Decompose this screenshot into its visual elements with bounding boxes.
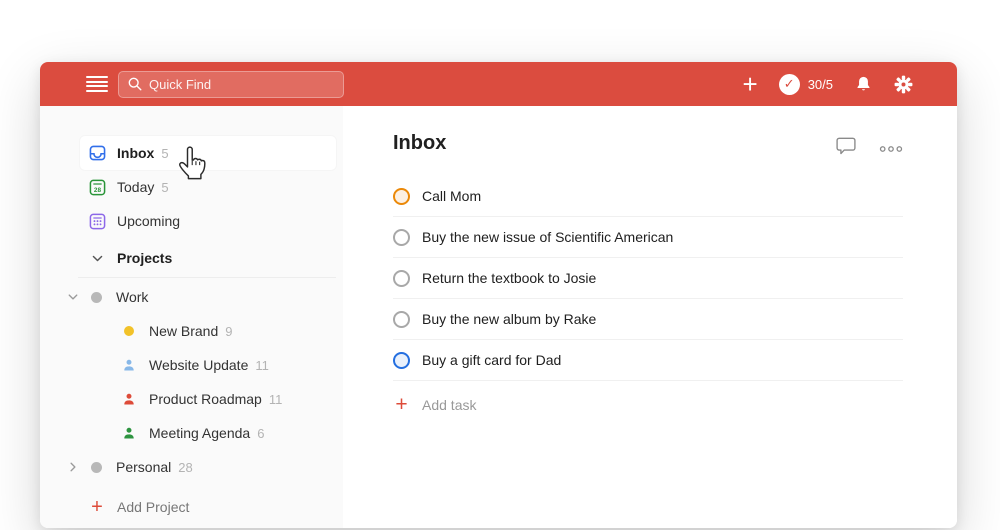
sidebar-item-label: Inbox: [117, 145, 155, 161]
task-title[interactable]: Buy the new album by Rake: [422, 311, 596, 327]
add-project-label: Add Project: [117, 499, 190, 515]
shared-project-person-icon: [120, 392, 138, 406]
sidebar-item-label: Upcoming: [117, 213, 181, 229]
chevron-right-icon[interactable]: [64, 461, 82, 473]
plus-icon: +: [91, 495, 103, 518]
project-count: 9: [225, 323, 233, 339]
sidebar-project-website-update[interactable]: Website Update 11: [40, 348, 343, 382]
project-color-dot: [120, 326, 138, 336]
karma-check-icon: ✓: [778, 73, 800, 95]
sidebar-item-upcoming[interactable]: Upcoming: [40, 204, 343, 238]
plus-icon: +: [395, 393, 408, 416]
sidebar: Inbox 5 28 Today 5 Upcoming Projects Wor…: [40, 106, 343, 528]
calendar-today-icon: 28: [88, 179, 106, 196]
karma-score[interactable]: ✓ 30/5: [778, 73, 833, 95]
sidebar-project-work[interactable]: Work: [40, 280, 343, 314]
check-glyph: ✓: [783, 76, 795, 91]
page-title: Inbox: [393, 132, 447, 154]
chevron-down-icon[interactable]: [64, 291, 82, 303]
calendar-upcoming-icon: [88, 213, 106, 230]
task-title[interactable]: Return the textbook to Josie: [422, 270, 596, 286]
top-bar: Quick Find + ✓ 30/5: [40, 62, 957, 106]
projects-header-label: Projects: [117, 250, 173, 266]
project-label: Work: [116, 289, 149, 305]
project-label: Website Update: [149, 357, 249, 373]
notifications-bell-icon[interactable]: [854, 74, 873, 94]
task-list-panel: Inbox Call Mom Buy the new issue of Scie…: [343, 106, 957, 528]
task-checkbox[interactable]: [393, 269, 410, 287]
task-row: Buy the new issue of Scientific American: [393, 217, 903, 258]
sidebar-item-label: Today: [117, 179, 155, 195]
todoist-window: Quick Find + ✓ 30/5 Inbox 5 28 Today 5 U…: [40, 62, 957, 528]
comments-icon[interactable]: [835, 136, 857, 161]
sidebar-item-count: 5: [161, 145, 169, 161]
add-task-label: Add task: [422, 397, 477, 413]
add-project-button[interactable]: + Add Project: [40, 490, 343, 524]
project-color-dot: [87, 291, 105, 303]
add-task-quick-icon[interactable]: +: [743, 71, 758, 97]
sidebar-item-inbox[interactable]: Inbox 5: [80, 136, 336, 170]
task-checkbox[interactable]: [393, 351, 410, 369]
more-options-icon[interactable]: [879, 140, 903, 158]
task-title[interactable]: Buy a gift card for Dad: [422, 352, 561, 368]
search-placeholder: Quick Find: [149, 76, 212, 92]
add-task-button[interactable]: + Add task: [393, 381, 903, 429]
project-count: 28: [178, 459, 193, 475]
sidebar-divider: [78, 277, 336, 278]
sidebar-project-product-roadmap[interactable]: Product Roadmap 11: [40, 382, 343, 416]
project-count: 11: [268, 391, 283, 407]
topbar-actions: + ✓ 30/5: [743, 71, 914, 97]
desktop-background: Quick Find + ✓ 30/5 Inbox 5 28 Today 5 U…: [0, 0, 1000, 530]
task-row: Buy a gift card for Dad: [393, 340, 903, 381]
task-row: Call Mom: [393, 176, 903, 217]
project-count: 6: [257, 425, 265, 441]
karma-score-text: 30/5: [807, 76, 833, 92]
task-checkbox[interactable]: [393, 228, 410, 246]
svg-text:28: 28: [93, 186, 101, 193]
shared-project-person-icon: [120, 358, 138, 372]
project-label: New Brand: [149, 323, 219, 339]
task-row: Return the textbook to Josie: [393, 258, 903, 299]
sidebar-project-personal[interactable]: Personal 28: [40, 450, 343, 484]
sidebar-project-new-brand[interactable]: New Brand 9: [40, 314, 343, 348]
project-label: Meeting Agenda: [149, 425, 251, 441]
project-label: Product Roadmap: [149, 391, 262, 407]
shared-project-person-icon: [120, 426, 138, 440]
quick-find-search-input[interactable]: Quick Find: [118, 70, 344, 98]
sidebar-item-today[interactable]: 28 Today 5: [40, 170, 343, 204]
sidebar-item-count: 5: [161, 179, 169, 195]
sidebar-project-meeting-agenda[interactable]: Meeting Agenda 6: [40, 416, 343, 450]
sidebar-projects-header[interactable]: Projects: [40, 241, 343, 275]
hamburger-menu-icon[interactable]: [86, 76, 108, 92]
project-count: 11: [255, 357, 269, 373]
task-checkbox[interactable]: [393, 310, 410, 328]
project-color-dot: [87, 461, 105, 473]
project-label: Personal: [116, 459, 172, 475]
task-title[interactable]: Buy the new issue of Scientific American: [422, 229, 673, 245]
search-icon: [128, 77, 142, 91]
task-row: Buy the new album by Rake: [393, 299, 903, 340]
task-title[interactable]: Call Mom: [422, 188, 481, 204]
settings-gear-icon[interactable]: [894, 75, 913, 94]
chevron-down-icon: [88, 252, 106, 265]
task-checkbox[interactable]: [393, 187, 410, 205]
inbox-icon: [88, 145, 106, 161]
